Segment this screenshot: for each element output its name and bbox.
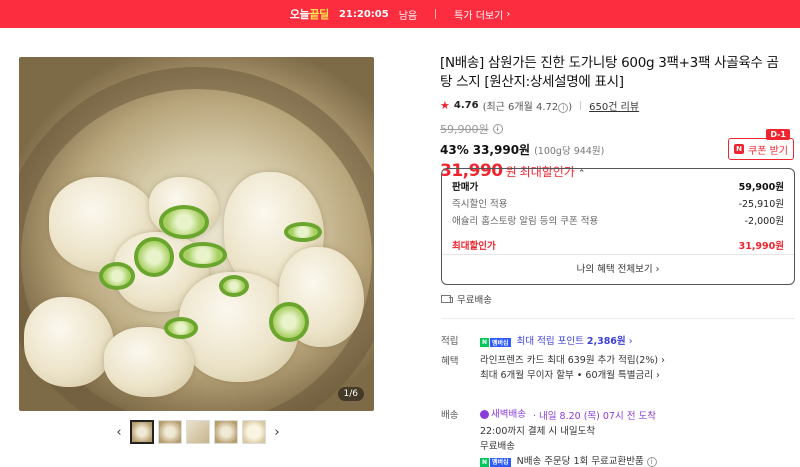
naver-plus-badge: N 멤버십 [480,458,511,467]
points-label: 적립 [441,336,459,347]
thumbnail-5[interactable] [242,420,266,444]
chevron-right-icon: › [655,264,660,275]
installment-link[interactable]: 최대 6개월 무이자 할부 • 60개월 특별금리 › [480,368,665,383]
discount-rate: 43% [440,143,469,157]
section-divider [441,318,795,319]
final-price-row: 최대할인가 31,990원 [452,240,784,252]
more-deals-label: 특가 더보기 [454,10,504,22]
thumbnail-1[interactable] [130,420,154,444]
thumbnail-3[interactable] [186,420,210,444]
deal-banner: 오늘끝딜 21:20:05 남음 특가 더보기 › [0,0,800,28]
free-return-row: N 멤버십 N배송 주문당 1회 무료교환반품 i [480,454,657,467]
thumbnail-4[interactable] [214,420,238,444]
info-icon[interactable]: i [492,124,503,134]
recent-rating: (최근 6개월 4.72 i) [482,102,573,113]
price-row: 애슐리 홈스토랑 알림 등의 쿠폰 적용 -2,000원 [452,215,784,227]
product-title: [N배송] 삼원가든 진한 도가니탕 600g 3팩+3팩 사골육수 곰탕 스지… [440,55,779,90]
coupon-widget: N 쿠폰 받기 D-1 [728,129,794,160]
moon-icon [480,410,489,419]
points-link[interactable]: N 멤버십 최대 적립 포인트 2,386원 › [480,333,633,347]
chevron-right-icon: › [506,8,511,20]
coupon-label: 쿠폰 받기 [748,145,788,157]
discount-price: 33,990원 [472,143,531,157]
coupon-button[interactable]: N 쿠폰 받기 [728,138,794,160]
chevron-right-icon: › [628,336,633,347]
divider [442,254,794,255]
thumbnail-strip: ‹ › [112,420,284,444]
card-benefit-link[interactable]: 라인프렌즈 카드 최대 639원 추가 적립(2%) › [480,353,665,368]
naver-plus-badge: N 멤버십 [480,338,511,347]
delivery-eta: · 내일 8.20 (목) 07시 전 도착 [533,411,656,422]
review-link[interactable]: 650건 리뷰 [589,98,639,113]
naver-icon: N [734,144,744,154]
delivery-label: 배송 [441,410,459,421]
chevron-right-icon: › [661,355,665,366]
dday-badge: D-1 [766,129,790,140]
benefit-row: 혜택 라인프렌즈 카드 최대 639원 추가 적립(2%) › 최대 6개월 무… [441,353,665,383]
thumbnail-2[interactable] [158,420,182,444]
countdown-suffix: 남음 [398,10,418,22]
more-deals-link[interactable]: 특가 더보기 › [454,7,510,22]
star-icon: ★ [440,99,450,112]
banner-divider [435,9,437,19]
chevron-left-icon[interactable]: ‹ [112,420,126,444]
unit-price: (100g당 944원) [534,146,605,157]
price-breakdown: 판매가 59,900원 즉시할인 적용 -25,910원 애슐리 홈스토랑 알림… [441,168,795,285]
delivery-eta-row: 새벽배송 · 내일 8.20 (목) 07시 전 도착 [480,407,657,424]
product-info: [N배송] 삼원가든 진한 도가니탕 600g 3팩+3팩 사골육수 곰탕 스지… [440,54,790,181]
chevron-right-icon: › [656,370,660,381]
price-row: 즉시할인 적용 -25,910원 [452,198,784,210]
points-row: 적립 N 멤버십 최대 적립 포인트 2,386원 › [441,333,633,347]
image-counter: 1/6 [337,387,364,401]
price-row: 판매가 59,900원 [452,181,784,193]
info-icon[interactable]: i [646,457,657,467]
chevron-right-icon[interactable]: › [270,420,284,444]
countdown-timer: 21:20:05 [338,8,389,20]
today-deal-badge: 오늘끝딜 [289,8,330,21]
info-icon[interactable]: i [558,103,569,113]
delivery-row: 배송 새벽배송 · 내일 8.20 (목) 07시 전 도착 22:00까지 결… [441,407,657,467]
rating-value: 4.76 [453,100,479,111]
delivery-fee: 무료배송 [480,441,515,452]
delivery-cutoff: 22:00까지 결제 시 내일도착 [480,426,596,437]
divider [580,101,582,110]
shipping-row: 무료배송 [441,292,492,306]
truck-icon [441,294,453,304]
my-benefits-link[interactable]: 나의 혜택 전체보기 › [442,261,794,275]
food-photo [19,57,374,411]
dawn-delivery-badge: 새벽배송 [480,407,526,422]
shipping-label: 무료배송 [457,295,492,306]
benefit-label: 혜택 [441,356,459,367]
product-image[interactable]: 1/6 [19,57,374,411]
rating-row: ★ 4.76 (최근 6개월 4.72 i) 650건 리뷰 [440,98,790,113]
